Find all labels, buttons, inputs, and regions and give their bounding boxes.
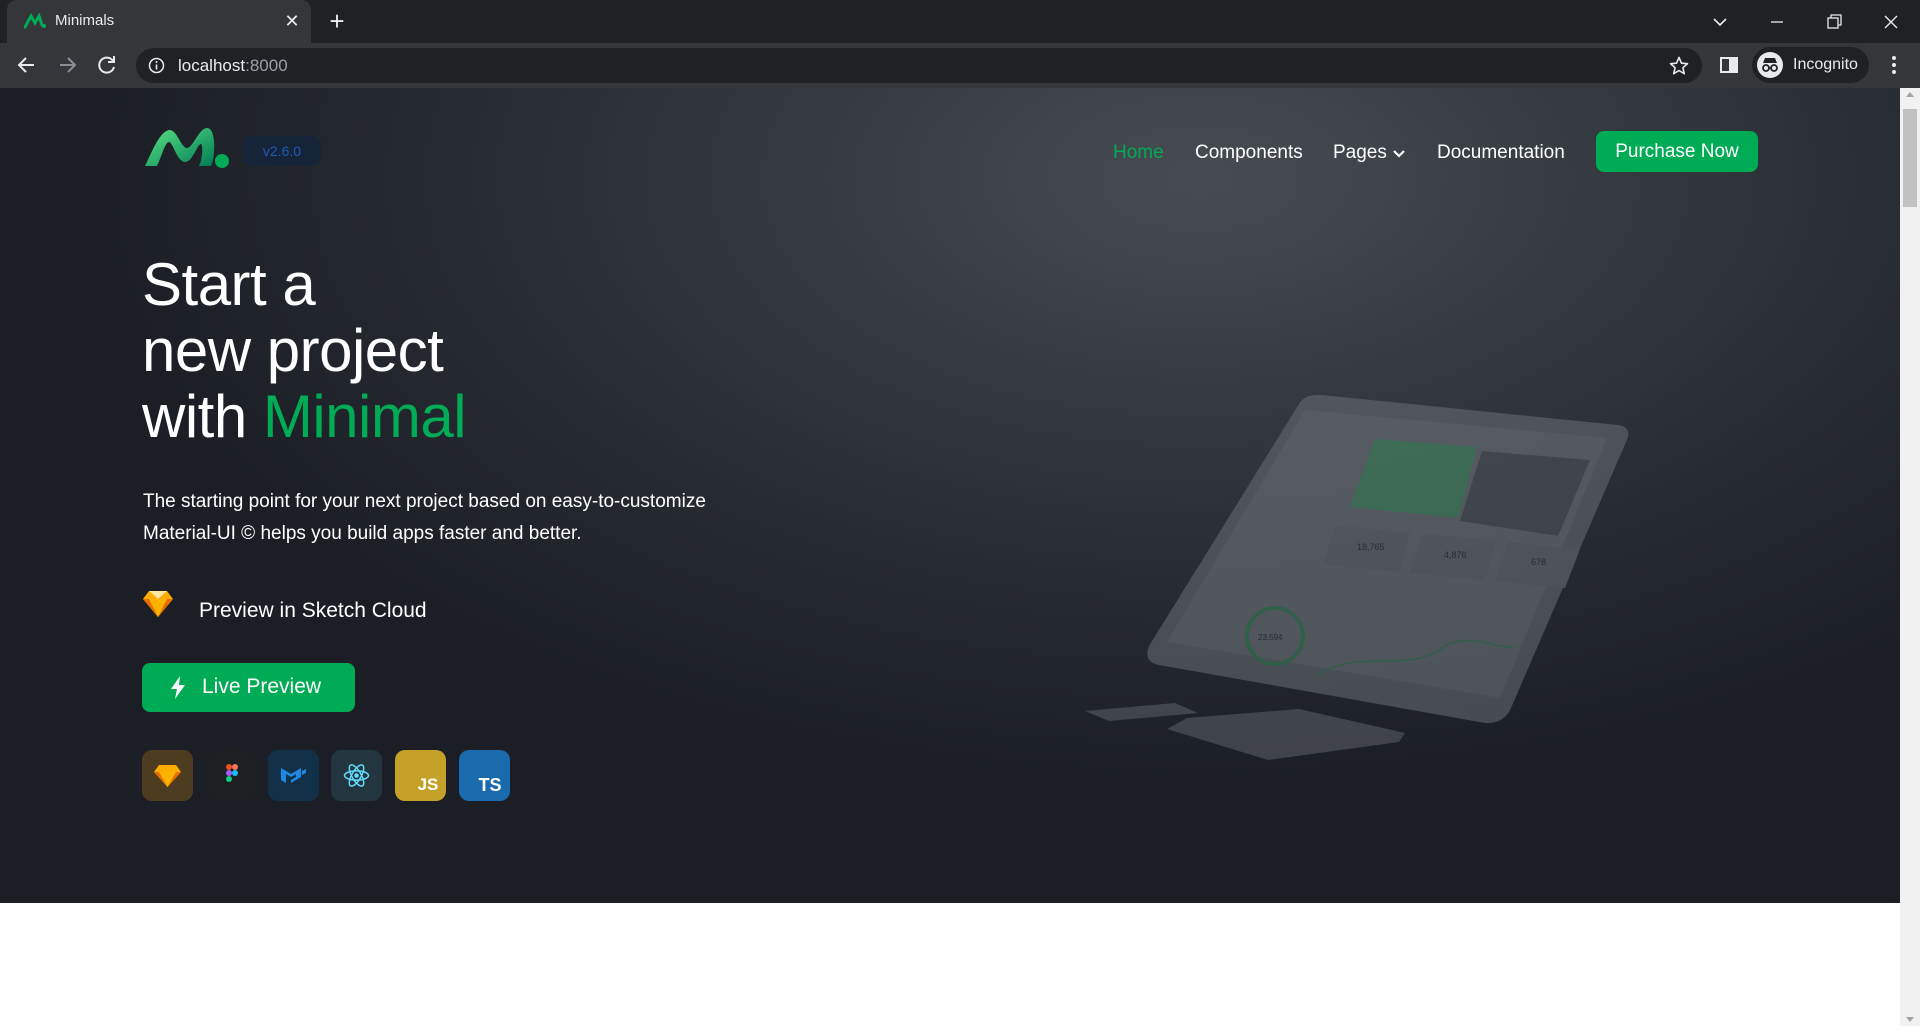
page-scrollbar[interactable]	[1900, 88, 1920, 1026]
javascript-icon[interactable]: JS	[395, 750, 446, 801]
live-preview-button[interactable]: Live Preview	[142, 663, 355, 712]
scroll-down-arrow-icon[interactable]	[1906, 1017, 1914, 1022]
url-host: localhost	[178, 56, 246, 75]
scroll-up-arrow-icon[interactable]	[1906, 92, 1914, 97]
purchase-now-button[interactable]: Purchase Now	[1596, 131, 1758, 172]
nav-documentation[interactable]: Documentation	[1437, 142, 1565, 164]
sketch-cloud-link[interactable]: Preview in Sketch Cloud	[199, 599, 427, 623]
hero-section: v2.6.0 Home Components Pages Documentati…	[0, 88, 1900, 903]
side-panel-icon[interactable]	[1718, 54, 1740, 76]
url-text: localhost:8000	[178, 56, 288, 76]
description-line1: The starting point for your next project…	[143, 491, 706, 512]
close-window-icon[interactable]	[1876, 8, 1906, 36]
sketch-icon[interactable]	[142, 750, 193, 801]
minimal-logo-icon[interactable]	[143, 124, 229, 170]
react-icon[interactable]	[331, 750, 382, 801]
incognito-profile-button[interactable]: Incognito	[1752, 47, 1869, 83]
address-bar[interactable]: localhost:8000	[136, 48, 1702, 83]
incognito-icon	[1757, 52, 1783, 78]
bookmark-star-icon[interactable]	[1668, 55, 1690, 77]
minimize-icon[interactable]	[1762, 8, 1792, 36]
chevron-down-icon[interactable]	[1392, 148, 1406, 160]
nav-pages[interactable]: Pages	[1333, 142, 1387, 164]
reload-icon[interactable]	[94, 52, 120, 78]
headline-accent: Minimal	[262, 383, 467, 450]
minimals-favicon-icon	[24, 13, 46, 29]
site-info-icon[interactable]	[148, 57, 165, 74]
kebab-menu-icon[interactable]	[1884, 54, 1904, 76]
nav-components[interactable]: Components	[1195, 142, 1303, 164]
headline-line3-prefix: with	[142, 383, 263, 450]
live-preview-label: Live Preview	[202, 675, 322, 698]
hero-description: The starting point for your next project…	[143, 486, 783, 550]
tab-close-icon[interactable]: ✕	[281, 10, 303, 32]
nav-home[interactable]: Home	[1113, 142, 1164, 164]
mockup-donut-value: 23,594	[1258, 633, 1283, 642]
dashboard-mockup-illustration: 18,765 4,876 678 23,594	[1085, 394, 1629, 760]
headline-line1: Start a	[142, 251, 316, 318]
material-ui-icon[interactable]	[268, 750, 319, 801]
tab-title: Minimals	[55, 12, 115, 29]
mockup-stat2: 4,876	[1444, 550, 1467, 560]
back-icon[interactable]	[14, 52, 40, 78]
headline-line2: new project	[142, 317, 444, 384]
description-line2: Material-UI © helps you build apps faste…	[143, 523, 582, 544]
browser-tab[interactable]: Minimals ✕	[7, 0, 311, 43]
browser-tabstrip: Minimals ✕ +	[0, 0, 1920, 43]
js-label: JS	[418, 775, 439, 794]
url-port: :8000	[245, 56, 288, 75]
forward-icon[interactable]	[54, 52, 80, 78]
restore-icon[interactable]	[1819, 8, 1849, 36]
ts-label: TS	[478, 775, 501, 795]
browser-toolbar: localhost:8000 Incognito	[0, 43, 1920, 88]
scrollbar-thumb[interactable]	[1903, 109, 1917, 207]
lightning-icon	[171, 676, 185, 699]
tab-search-icon[interactable]	[1705, 8, 1735, 36]
figma-icon[interactable]	[206, 750, 257, 801]
incognito-label: Incognito	[1793, 56, 1858, 73]
new-tab-icon[interactable]: +	[323, 8, 351, 36]
mockup-stat1: 18,765	[1357, 542, 1385, 552]
sketch-gem-icon	[143, 591, 173, 617]
version-badge: v2.6.0	[243, 136, 321, 166]
typescript-icon[interactable]: TS	[459, 750, 510, 801]
hero-headline: Start a new project with Minimal	[142, 251, 467, 450]
page-viewport: v2.6.0 Home Components Pages Documentati…	[0, 88, 1900, 1026]
mockup-stat3: 678	[1531, 557, 1546, 567]
